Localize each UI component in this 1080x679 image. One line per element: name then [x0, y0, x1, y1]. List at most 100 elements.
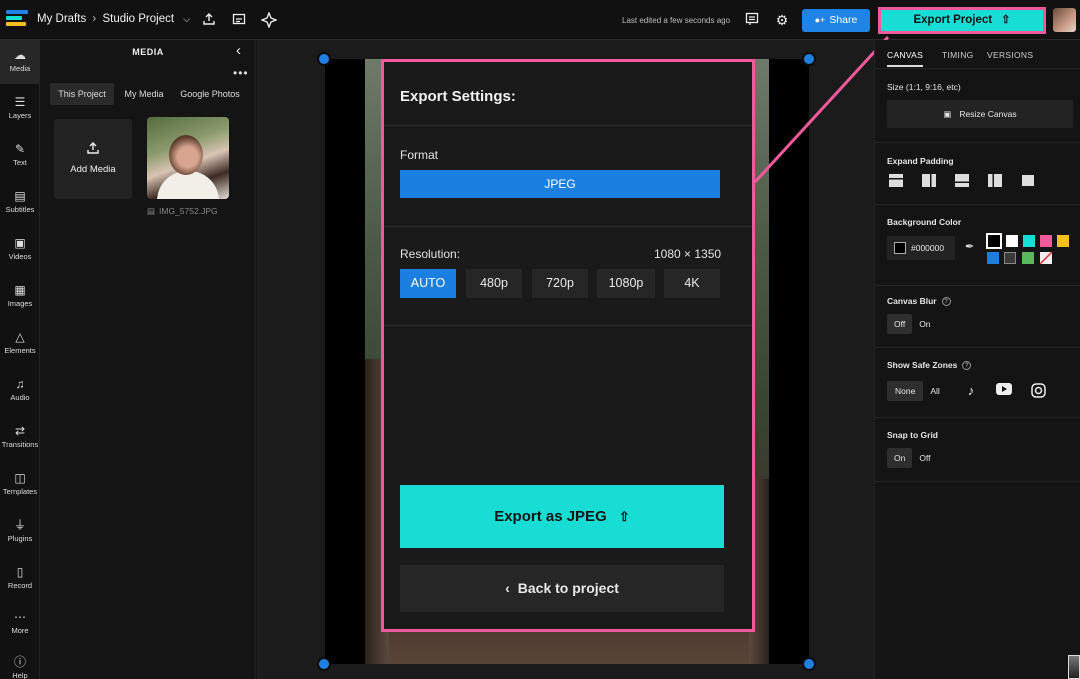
instagram-icon[interactable]: [1030, 383, 1046, 399]
resize-handle-bottom-right[interactable]: [802, 657, 816, 671]
swatch-gray[interactable]: [1004, 252, 1016, 264]
snap-to-grid-off[interactable]: Off: [912, 448, 937, 468]
swatch-pink[interactable]: [1040, 235, 1052, 247]
back-to-project-button[interactable]: ‹ Back to project: [400, 565, 724, 612]
divider: [875, 285, 1080, 286]
canvas-blur-on[interactable]: On: [912, 314, 937, 334]
nav-label: Layers: [8, 111, 32, 120]
upload-cloud-icon: ☁: [14, 48, 26, 62]
tab-this-project[interactable]: This Project: [50, 83, 114, 105]
pad-top-icon[interactable]: [889, 174, 903, 187]
left-nav: ☁ Media ☰ Layers ✎ Text ▤ Subtitles ▣ Vi…: [0, 40, 40, 679]
add-media-button[interactable]: Add Media: [54, 119, 132, 199]
nav-item-images[interactable]: ▦ Images: [0, 275, 40, 319]
resolution-4k-button[interactable]: 4K: [664, 269, 720, 298]
help-circle-icon: ⓘ: [13, 655, 26, 669]
pad-bottom-icon[interactable]: [955, 174, 969, 187]
sparkle-icon[interactable]: [260, 11, 278, 29]
corner-preview-thumbnail[interactable]: [1068, 655, 1080, 679]
tiktok-icon[interactable]: ♪: [963, 383, 979, 399]
more-dots-icon: ⋯: [14, 610, 26, 624]
tab-my-media[interactable]: My Media: [120, 83, 168, 105]
swatch-teal[interactable]: [1023, 235, 1035, 247]
top-bar: My Drafts › Studio Project ⌵ Last edited…: [0, 0, 1080, 40]
swatch-transparent-icon[interactable]: [1040, 252, 1052, 264]
nav-label: More: [11, 626, 29, 635]
nav-item-text[interactable]: ✎ Text: [0, 134, 40, 178]
nav-item-elements[interactable]: △ Elements: [0, 322, 40, 366]
divider: [384, 226, 752, 227]
export-as-jpeg-button[interactable]: Export as JPEG ⇧: [400, 485, 724, 548]
chevron-down-icon[interactable]: ⌵: [183, 14, 190, 24]
project-name[interactable]: Studio Project: [102, 13, 174, 25]
export-as-jpeg-label: Export as JPEG: [494, 508, 607, 525]
eyedropper-icon[interactable]: ✒: [965, 240, 974, 253]
resolution-dimensions: 1080 × 1350: [654, 247, 722, 261]
nav-item-subtitles[interactable]: ▤ Subtitles: [0, 181, 40, 225]
nav-label: Plugins: [7, 534, 33, 543]
help-icon[interactable]: ?: [941, 297, 951, 307]
snap-to-grid-on[interactable]: On: [887, 448, 913, 468]
resize-canvas-button[interactable]: ▣ Resize Canvas: [887, 100, 1073, 128]
tab-google-photos[interactable]: Google Photos: [176, 83, 244, 105]
nav-item-layers[interactable]: ☰ Layers: [0, 87, 40, 131]
export-project-button[interactable]: Export Project ⇧: [878, 7, 1046, 34]
nav-item-more[interactable]: ⋯ More: [0, 602, 40, 646]
gear-icon[interactable]: ⚙: [774, 12, 790, 28]
share-button[interactable]: ●+ Share: [802, 9, 870, 32]
tab-versions[interactable]: VERSIONS: [987, 50, 1033, 60]
safe-zones-all[interactable]: All: [923, 381, 946, 401]
divider: [875, 142, 1080, 143]
youtube-icon[interactable]: [996, 383, 1012, 399]
resolution-480p-button[interactable]: 480p: [466, 269, 522, 298]
canvas-blur-off[interactable]: Off: [887, 314, 913, 334]
resize-handle-bottom-left[interactable]: [317, 657, 331, 671]
shapes-icon: △: [15, 330, 25, 344]
pad-all-icon[interactable]: [1021, 174, 1035, 187]
pad-right-icon[interactable]: [922, 174, 936, 187]
avatar[interactable]: [1053, 8, 1076, 32]
swatch-blue[interactable]: [987, 252, 999, 264]
swatch-white[interactable]: [1006, 235, 1018, 247]
snap-to-grid-label: Snap to Grid: [887, 430, 938, 440]
nav-item-templates[interactable]: ◫ Templates: [0, 463, 40, 507]
divider: [875, 68, 1080, 69]
tab-timing[interactable]: TIMING: [942, 50, 974, 60]
nav-item-plugins[interactable]: ⏚ Plugins: [0, 510, 40, 554]
share-label: Share: [829, 14, 858, 26]
swatch-yellow[interactable]: [1057, 235, 1069, 247]
upload-icon[interactable]: [201, 12, 217, 28]
safe-zones-label: Show Safe Zones: [887, 360, 958, 370]
subtitles-icon[interactable]: [231, 12, 247, 28]
nav-item-transitions[interactable]: ⇄ Transitions: [0, 416, 40, 460]
swatch-black[interactable]: [986, 233, 1002, 249]
nav-item-videos[interactable]: ▣ Videos: [0, 228, 40, 272]
resolution-720p-button[interactable]: 720p: [532, 269, 588, 298]
nav-item-record[interactable]: ▯ Record: [0, 557, 40, 601]
nav-label: Images: [7, 299, 33, 308]
resize-canvas-label: Resize Canvas: [959, 109, 1017, 119]
export-settings-dialog: Export Settings: Format JPEG Resolution:…: [381, 59, 755, 632]
collapse-chevron-icon[interactable]: ‹: [236, 42, 241, 59]
more-options-icon[interactable]: •••: [233, 66, 249, 80]
media-thumbnail[interactable]: [147, 117, 229, 199]
divider: [875, 347, 1080, 348]
comment-icon[interactable]: [744, 12, 760, 28]
swatch-green[interactable]: [1022, 252, 1034, 264]
background-color-input[interactable]: #000000: [887, 236, 955, 260]
resize-handle-top-right[interactable]: [802, 52, 816, 66]
divider: [875, 204, 1080, 205]
nav-item-media[interactable]: ☁ Media: [0, 40, 40, 84]
tab-canvas[interactable]: CANVAS: [887, 50, 924, 67]
format-jpeg-button[interactable]: JPEG: [400, 170, 720, 198]
resolution-1080p-button[interactable]: 1080p: [597, 269, 655, 298]
nav-item-audio[interactable]: ♫ Audio: [0, 369, 40, 413]
breadcrumb-my-drafts[interactable]: My Drafts: [37, 13, 86, 25]
pad-left-icon[interactable]: [988, 174, 1002, 187]
help-icon[interactable]: ?: [962, 361, 972, 371]
app-logo-icon[interactable]: [6, 10, 30, 30]
safe-zones-none[interactable]: None: [887, 381, 924, 401]
resize-handle-top-left[interactable]: [317, 52, 331, 66]
nav-item-help[interactable]: ⓘ Help: [0, 647, 40, 679]
resolution-auto-button[interactable]: AUTO: [400, 269, 456, 298]
